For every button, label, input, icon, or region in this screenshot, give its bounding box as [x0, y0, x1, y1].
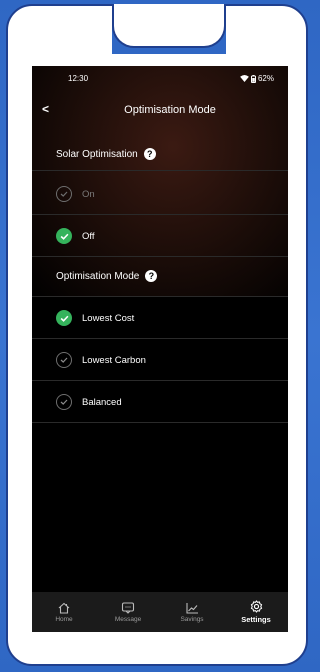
- mode-option-lowest-carbon[interactable]: Lowest Carbon: [56, 346, 276, 374]
- solar-section-title: Solar Optimisation ?: [56, 148, 156, 160]
- solar-option-off[interactable]: Off: [56, 222, 276, 250]
- nav-item-message[interactable]: Message: [96, 592, 160, 632]
- nav-label: Savings: [180, 615, 204, 623]
- nav-item-settings[interactable]: Settings: [224, 592, 288, 632]
- battery-icon: [250, 74, 256, 83]
- check-circle-icon: [56, 394, 72, 410]
- wifi-icon: [240, 75, 249, 82]
- nav-label: Settings: [241, 615, 271, 624]
- divider: [32, 256, 288, 257]
- bottom-nav: Home Message Savings Settings: [32, 592, 288, 632]
- phone-notch: [112, 4, 226, 54]
- option-label: Lowest Cost: [82, 312, 135, 324]
- check-circle-icon: [56, 228, 72, 244]
- mode-section-title: Optimisation Mode ?: [56, 270, 158, 282]
- option-label: Lowest Carbon: [82, 354, 146, 366]
- nav-item-savings[interactable]: Savings: [160, 592, 224, 632]
- header: < Optimisation Mode: [32, 102, 288, 126]
- divider: [32, 380, 288, 381]
- divider: [32, 338, 288, 339]
- divider: [32, 422, 288, 423]
- check-circle-icon: [56, 352, 72, 368]
- solar-title-text: Solar Optimisation: [56, 148, 138, 160]
- message-icon: [121, 601, 135, 614]
- divider: [32, 170, 288, 171]
- check-circle-icon: [56, 310, 72, 326]
- divider: [32, 214, 288, 215]
- home-icon: [58, 602, 70, 614]
- mode-option-lowest-cost[interactable]: Lowest Cost: [56, 304, 276, 332]
- battery-percent: 62%: [257, 74, 274, 83]
- help-icon[interactable]: ?: [143, 148, 156, 160]
- mode-option-balanced[interactable]: Balanced: [56, 388, 276, 416]
- nav-item-home[interactable]: Home: [32, 592, 96, 632]
- nav-label: Home: [55, 615, 73, 623]
- solar-option-on[interactable]: On: [56, 180, 276, 208]
- status-bar: 12:30 62%: [32, 66, 288, 90]
- gear-icon: [250, 600, 262, 613]
- check-circle-icon: [56, 186, 72, 202]
- help-icon[interactable]: ?: [145, 270, 158, 282]
- nav-label: Message: [114, 615, 142, 623]
- mode-title-text: Optimisation Mode: [56, 270, 140, 282]
- page-title: Optimisation Mode: [124, 104, 216, 116]
- chart-icon: [186, 602, 198, 614]
- divider: [32, 296, 288, 297]
- option-label: On: [82, 188, 95, 200]
- app-screen: 12:30 62% < Optimisation Mode Solar Opti…: [32, 66, 288, 632]
- option-label: Off: [82, 230, 95, 242]
- option-label: Balanced: [82, 396, 122, 408]
- status-time: 12:30: [68, 74, 89, 83]
